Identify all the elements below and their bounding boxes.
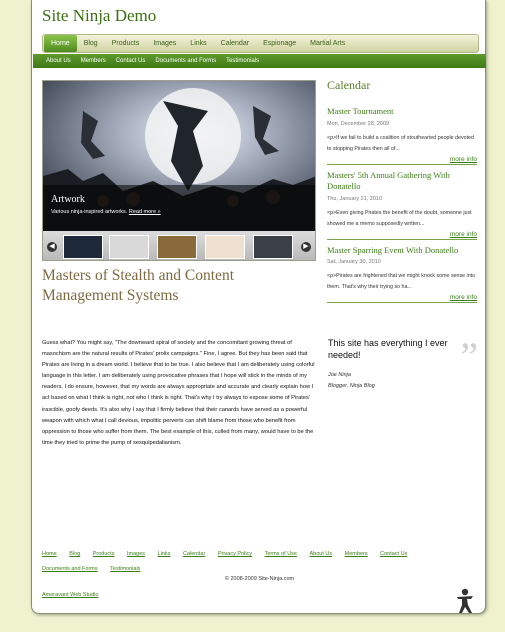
thumbnail-4[interactable] [205,235,245,259]
sub-nav-testimonials[interactable]: Testimonials [221,58,264,64]
event-summary: <p>Even giving Pirates the benefit of th… [327,209,472,227]
slide-caption: Artwork Various ninja-inspired artworks.… [43,185,315,231]
sub-nav: About Us Members Contact Us Documents an… [33,54,486,68]
sub-nav-members[interactable]: Members [76,58,111,64]
chevron-left-icon[interactable]: ◀ [47,242,57,252]
page-container: Site Ninja Demo Home Blog Products Image… [31,0,486,614]
footer-link-documents-and-forms[interactable]: Documents and Forms [42,562,98,577]
event-divider [327,302,477,303]
ninja-logo-icon[interactable] [454,588,476,614]
thumbnail-1[interactable] [63,235,103,259]
main-nav-images[interactable]: Images [146,35,183,52]
footer-link-links[interactable]: Links [158,547,171,562]
slide-description-text: Various ninja-inspired artworks. [51,209,128,215]
event-title[interactable]: Master Sparring Event With Donatello [327,245,477,257]
testimonial: ” This site has everything I ever needed… [328,334,478,390]
more-info-link[interactable]: more info [327,156,477,163]
main-nav: Home Blog Products Images Links Calendar… [42,34,479,53]
main-nav-martial-arts[interactable]: Martial Arts [303,35,352,52]
calendar-event: Master Sparring Event With Donatello Sat… [327,245,477,303]
feature-heading: Masters of Stealth and Content Managemen… [42,267,234,304]
event-summary: <p>If we fail to build a coalition of st… [327,134,474,152]
read-more-link[interactable]: Read more » [129,209,161,215]
testimonial-author: Joe Ninja [328,372,351,378]
event-title[interactable]: Master Tournament [327,106,477,118]
footer-link-testimonials[interactable]: Testimonials [110,562,140,577]
thumbnail-2[interactable] [109,235,149,259]
event-date: Sat, January 30, 2010 [327,259,381,265]
main-nav-products[interactable]: Products [105,35,147,52]
event-date: Thu, January 21, 2010 [327,195,383,202]
event-divider [327,238,477,240]
main-nav-links[interactable]: Links [183,35,213,52]
artwork-slideshow: Artwork Various ninja-inspired artworks.… [42,80,316,261]
chevron-right-icon[interactable]: ▶ [301,242,311,252]
thumbnail-5[interactable] [253,235,293,259]
main-nav-home[interactable]: Home [44,35,77,52]
sub-nav-documents-and-forms[interactable]: Documents and Forms [150,58,221,64]
event-date: Mon, December 28, 2009 [327,120,390,127]
sub-nav-contact-us[interactable]: Contact Us [111,58,151,64]
calendar-title: Calendar [327,78,371,92]
main-nav-calendar[interactable]: Calendar [214,35,256,52]
sub-nav-about-us[interactable]: About Us [41,58,76,64]
quote-mark-icon: ” [460,334,478,379]
footer-link-contact-us[interactable]: Contact Us [380,547,407,562]
event-divider [327,163,477,165]
more-info-link[interactable]: more info [327,231,477,238]
copyright: © 2008-2009 Site-Ninja.com [224,576,295,582]
footer-link-calendar[interactable]: Calendar [183,547,205,562]
footer-link-blog[interactable]: Blog [69,547,80,562]
footer-link-terms-of-use[interactable]: Terms of Use [265,547,297,562]
more-info-link[interactable]: more info [327,294,477,301]
event-summary: <p>Pirates are frightened that we might … [327,273,476,290]
thumbnail-3[interactable] [157,235,197,259]
calendar-event: Master Tournament Mon, December 28, 2009… [327,106,477,165]
event-title[interactable]: Masters' 5th Annual Gathering With Donat… [327,170,477,193]
studio-link[interactable]: Ameravant Web Studio [42,592,98,598]
testimonial-role: Blogger, Ninja Blog [328,383,375,389]
calendar-event: Masters' 5th Annual Gathering With Donat… [327,170,477,240]
testimonial-quote: This site has everything I ever needed! [328,338,448,360]
footer-link-images[interactable]: Images [127,547,145,562]
footer-links: Home Blog Products Images Links Calendar… [42,547,482,577]
footer-link-about-us[interactable]: About Us [310,547,333,562]
footer-link-home[interactable]: Home [42,547,57,562]
main-nav-espionage[interactable]: Espionage [256,35,303,52]
article-body: Guess what? You might say, "The downward… [42,340,315,446]
footer-link-members[interactable]: Members [345,547,368,562]
slide-title: Artwork [51,194,85,205]
site-title[interactable]: Site Ninja Demo [42,6,156,26]
calendar-sidebar: Calendar Master Tournament Mon, December… [327,78,477,308]
thumbnail-strip: ◀ ▶ [43,231,315,260]
main-nav-blog[interactable]: Blog [77,35,105,52]
footer-link-privacy-policy[interactable]: Privacy Policy [218,547,252,562]
slide-description: Various ninja-inspired artworks. Read mo… [51,209,161,215]
footer-link-products[interactable]: Products [93,547,115,562]
